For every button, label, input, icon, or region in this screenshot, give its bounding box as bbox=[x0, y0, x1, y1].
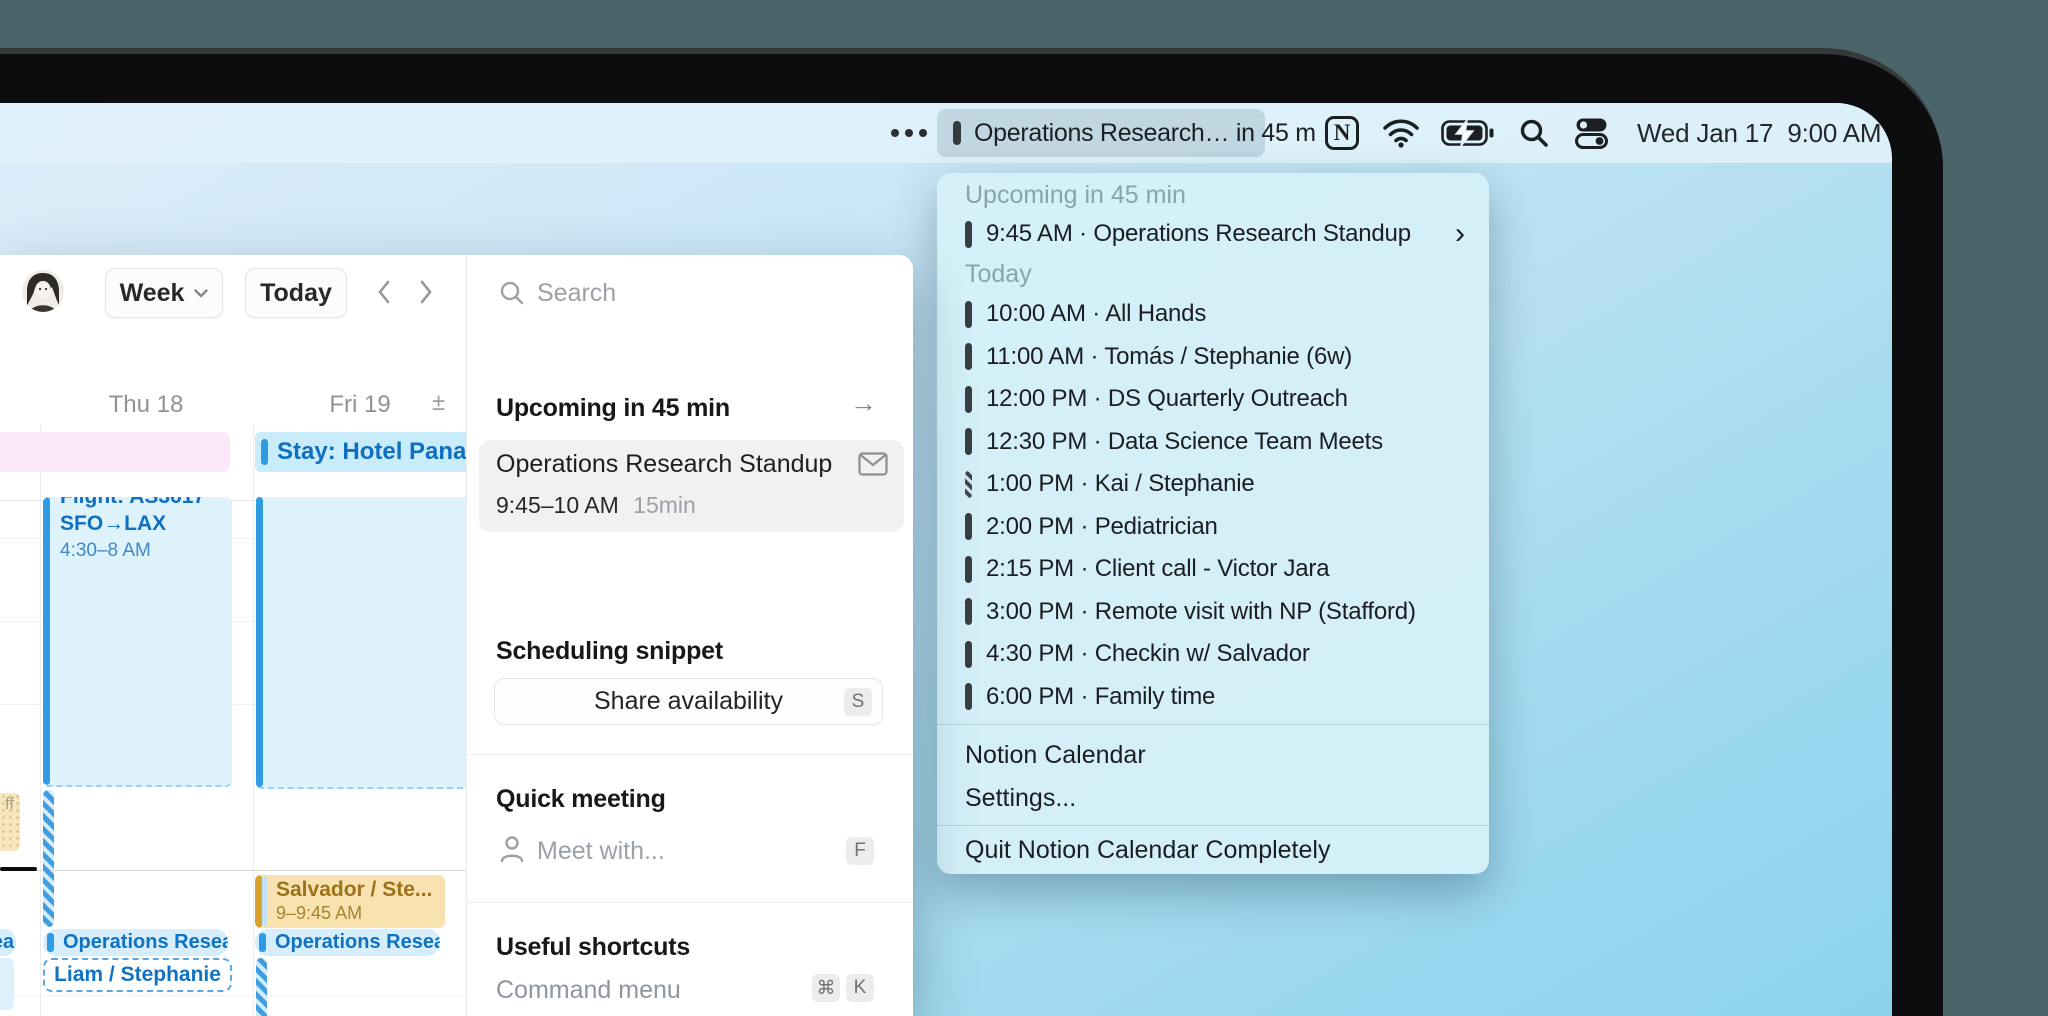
chevron-right-icon: › bbox=[1455, 217, 1465, 250]
event-color-bar bbox=[965, 220, 972, 248]
upcoming-event-card[interactable]: Operations Research Standup 9:45–10 AM 1… bbox=[479, 440, 904, 532]
scheduling-heading: Scheduling snippet bbox=[496, 637, 723, 665]
tray-event-item[interactable]: 4:30 PM · Checkin w/ Salvador bbox=[937, 633, 1489, 676]
event-color-bar bbox=[965, 640, 972, 668]
quick-meeting-heading: Quick meeting bbox=[496, 785, 666, 813]
event-color-bar bbox=[43, 497, 50, 785]
event-color-bar bbox=[256, 497, 263, 787]
event-color-bar bbox=[259, 933, 266, 952]
event-salvador[interactable]: Salvador / Ste... 9–9:45 AM bbox=[255, 875, 445, 928]
event-color-bar bbox=[47, 933, 54, 952]
menu-divider bbox=[937, 724, 1489, 725]
spotlight-search-icon[interactable] bbox=[1519, 118, 1549, 153]
event-partial[interactable] bbox=[0, 958, 14, 1010]
menu-bar-clock[interactable]: Wed Jan 17 9:00 AM bbox=[1637, 103, 1882, 163]
panel-divider bbox=[467, 902, 913, 903]
arrow-right-icon[interactable]: → bbox=[850, 388, 877, 419]
control-center-icon[interactable] bbox=[1575, 117, 1608, 154]
timezone-adjust-icon[interactable]: ± bbox=[432, 389, 445, 417]
tray-event-item[interactable]: 1:00 PM · Kai / Stephanie bbox=[937, 463, 1489, 506]
event-color-bar bbox=[965, 598, 972, 626]
share-availability-button[interactable]: Share availability S bbox=[494, 678, 883, 725]
menu-bar-overflow-icon[interactable] bbox=[891, 103, 927, 163]
event-stafford-partial[interactable]: ff bbox=[0, 793, 20, 851]
tray-today-header: Today bbox=[965, 259, 1032, 288]
event-flight[interactable]: Flight: AS3617 SFO→LAX 4:30–8 AM bbox=[43, 497, 232, 787]
event-chip-operations-research[interactable]: Operations Resea bbox=[255, 929, 440, 956]
notion-calendar-menu-bar-item[interactable]: Operations Research… in 45 m bbox=[937, 109, 1316, 157]
tray-event-item[interactable]: 12:30 PM · Data Science Team Meets bbox=[937, 421, 1489, 464]
menu-item-settings[interactable]: Settings... bbox=[937, 777, 1489, 819]
event-color-bar bbox=[965, 300, 972, 328]
notion-calendar-window: Week Today Thu 18 Fri 19 ± Stay: Hotel P… bbox=[0, 255, 913, 1016]
notion-calendar-tray-menu: Upcoming in 45 min 9:45 AM · Operations … bbox=[937, 173, 1489, 874]
day-header-fri[interactable]: Fri 19 bbox=[294, 391, 426, 419]
panel-divider bbox=[467, 754, 913, 755]
person-icon bbox=[499, 835, 525, 868]
menu-bar-item-label: Operations Research… in 45 m bbox=[974, 118, 1316, 147]
shortcuts-heading: Useful shortcuts bbox=[496, 933, 691, 961]
event-color-bar bbox=[965, 683, 972, 711]
event-color-bar bbox=[965, 428, 972, 456]
event-chip-partial[interactable]: ea bbox=[0, 929, 16, 956]
tray-event-item[interactable]: 6:00 PM · Family time bbox=[937, 676, 1489, 719]
command-menu-label: Command menu bbox=[496, 976, 681, 1004]
event-color-bar bbox=[261, 439, 268, 465]
chevron-down-icon bbox=[194, 288, 209, 298]
menu-item-notion-calendar[interactable]: Notion Calendar bbox=[937, 733, 1489, 777]
event-overlap-stripe bbox=[262, 877, 267, 926]
hour-line bbox=[0, 995, 466, 996]
current-time-indicator bbox=[0, 867, 37, 871]
wifi-icon[interactable] bbox=[1383, 118, 1419, 153]
event-fri-long[interactable] bbox=[256, 497, 466, 789]
tray-upcoming-header: Upcoming in 45 min bbox=[965, 180, 1186, 209]
upcoming-heading: Upcoming in 45 min bbox=[496, 394, 730, 422]
view-selector-button[interactable]: Week bbox=[105, 268, 223, 318]
shortcut-key-cmd: ⌘ bbox=[812, 974, 840, 1002]
tray-upcoming-event-item[interactable]: 9:45 AM · Operations Research Standup › bbox=[937, 213, 1489, 255]
event-tentative-hatched[interactable] bbox=[256, 958, 267, 1016]
shortcut-key-s: S bbox=[844, 687, 872, 716]
battery-charging-icon[interactable] bbox=[1441, 117, 1495, 151]
tray-event-item[interactable]: 10:00 AM · All Hands bbox=[937, 293, 1489, 336]
all-day-event-pink[interactable] bbox=[0, 432, 230, 472]
grid-line bbox=[253, 425, 254, 1016]
notion-app-icon[interactable]: N bbox=[1325, 116, 1359, 150]
event-color-bar bbox=[965, 513, 972, 541]
meet-with-input[interactable]: Meet with... bbox=[537, 837, 665, 866]
event-color-bar bbox=[965, 343, 972, 371]
tray-event-item[interactable]: 12:00 PM · DS Quarterly Outreach bbox=[937, 378, 1489, 421]
event-liam-stephanie[interactable]: Liam / Stephanie bbox=[43, 958, 232, 992]
menu-item-quit[interactable]: Quit Notion Calendar Completely bbox=[937, 826, 1489, 874]
tray-event-item[interactable]: 2:15 PM · Client call - Victor Jara bbox=[937, 548, 1489, 591]
event-color-bar-hatched bbox=[965, 470, 972, 498]
event-color-bar bbox=[965, 385, 972, 413]
email-icon[interactable] bbox=[858, 452, 888, 481]
prev-week-button[interactable] bbox=[376, 279, 392, 310]
today-button[interactable]: Today bbox=[245, 268, 347, 318]
search-icon bbox=[499, 280, 525, 311]
all-day-event-stay[interactable]: Stay: Hotel Panamer bbox=[255, 432, 466, 472]
event-color-bar bbox=[965, 555, 972, 583]
event-color-bar bbox=[255, 875, 262, 928]
search-input[interactable]: Search bbox=[537, 279, 616, 308]
event-chip-operations-research[interactable]: Operations Resea bbox=[43, 929, 228, 956]
grid-line bbox=[40, 425, 41, 1016]
shortcut-key-f: F bbox=[846, 837, 874, 865]
tray-event-item[interactable]: 11:00 AM · Tomás / Stephanie (6w) bbox=[937, 336, 1489, 379]
screenshot-stage: Operations Research… in 45 m N Wed Jan 1… bbox=[0, 0, 2048, 1016]
day-header-thu[interactable]: Thu 18 bbox=[80, 391, 212, 419]
calendar-side-panel: Search Upcoming in 45 min → Operations R… bbox=[466, 255, 913, 1016]
desktop-screen: Operations Research… in 45 m N Wed Jan 1… bbox=[0, 103, 1892, 1016]
tray-event-item[interactable]: 3:00 PM · Remote visit with NP (Stafford… bbox=[937, 591, 1489, 634]
tray-event-item[interactable]: 2:00 PM · Pediatrician bbox=[937, 506, 1489, 549]
event-tentative-hatched[interactable] bbox=[43, 790, 54, 927]
hour-line bbox=[0, 870, 466, 871]
next-week-button[interactable] bbox=[418, 279, 434, 310]
user-avatar[interactable] bbox=[22, 270, 64, 312]
event-color-bar-icon bbox=[953, 121, 961, 145]
shortcut-key-k: K bbox=[846, 974, 874, 1002]
macos-menu-bar: Operations Research… in 45 m N Wed Jan 1… bbox=[0, 103, 1892, 163]
